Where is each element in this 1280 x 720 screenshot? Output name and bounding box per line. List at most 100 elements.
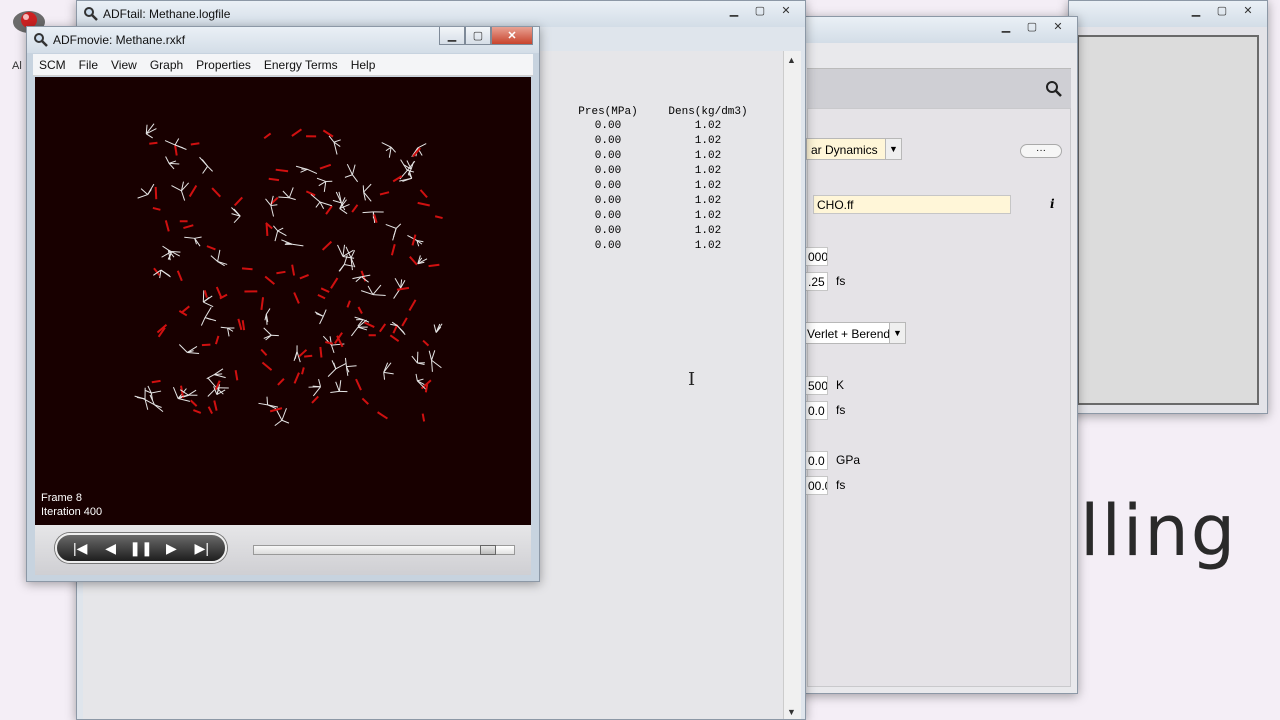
molecule — [399, 159, 416, 180]
pressure-field[interactable]: 0.0 — [804, 451, 828, 470]
pressure-damping-unit: fs — [836, 478, 846, 492]
menu-properties[interactable]: Properties — [196, 58, 251, 72]
task-dropdown[interactable]: ar Dynamics ▼ — [806, 138, 902, 160]
molecule — [361, 397, 369, 405]
molecule — [409, 256, 418, 266]
title-bar[interactable]: ADFtail: Methane.logfile ▁ ▢ ✕ — [77, 1, 805, 27]
molecule — [319, 163, 332, 170]
menu-help[interactable]: Help — [351, 58, 376, 72]
scroll-down-icon[interactable]: ▼ — [787, 707, 796, 717]
close-button[interactable]: ✕ — [773, 1, 799, 19]
chevron-down-icon: ▼ — [889, 323, 905, 343]
molecule — [269, 407, 283, 413]
pressure-damping-field[interactable]: 00.0 — [804, 476, 828, 495]
vertical-scrollbar[interactable]: ▲ ▼ — [783, 51, 801, 719]
title-bar[interactable]: ▁ ▢ ✕ — [1069, 1, 1267, 27]
close-button[interactable]: ✕ — [1235, 1, 1261, 19]
maximize-button[interactable]: ▢ — [747, 1, 773, 19]
molecule — [293, 372, 300, 384]
menu-scm[interactable]: SCM — [39, 58, 66, 72]
molecule — [330, 277, 339, 289]
adfmovie-window[interactable]: ADFmovie: Methane.rxkf ▁ ▢ ✕ SCM File Vi… — [26, 26, 540, 582]
iterations-field[interactable]: 000 — [804, 247, 828, 266]
minimize-button[interactable]: ▁ — [993, 17, 1019, 35]
molecule — [188, 184, 198, 198]
molecule — [190, 142, 200, 146]
molecule-viewport[interactable]: Frame 8 Iteration 400 — [35, 77, 531, 525]
molecule — [145, 123, 157, 139]
pressure-value: 0.00 — [594, 210, 622, 222]
step-back-icon[interactable]: ◀ — [99, 540, 123, 557]
search-icon[interactable] — [1045, 80, 1063, 98]
molecule — [291, 128, 303, 137]
thermostat-value: Verlet + Berend — [807, 327, 891, 341]
molecule — [317, 294, 326, 300]
density-value: 1.02 — [694, 120, 722, 132]
magnifier-icon — [84, 7, 98, 21]
thermostat-dropdown[interactable]: Verlet + Berend ▼ — [802, 322, 906, 344]
background-window[interactable]: ▁ ▢ ✕ — [1068, 0, 1268, 414]
molecule — [277, 378, 285, 386]
skip-to-start-icon[interactable]: |◀ — [68, 540, 92, 557]
close-button[interactable]: ✕ — [1045, 17, 1071, 35]
maximize-button[interactable]: ▢ — [1019, 17, 1045, 35]
play-icon[interactable]: ▶ — [159, 540, 183, 557]
skip-to-end-icon[interactable]: ▶| — [190, 540, 214, 557]
molecule — [328, 135, 341, 155]
title-bar[interactable]: ADFmovie: Methane.rxkf ▁ ▢ ✕ — [27, 27, 539, 53]
damping-field[interactable]: 0.0 — [804, 401, 828, 420]
frame-slider[interactable] — [253, 545, 515, 555]
minimize-button[interactable]: ▁ — [721, 1, 747, 19]
molecule — [322, 129, 334, 138]
scroll-up-icon[interactable]: ▲ — [787, 55, 796, 65]
more-options-button[interactable]: ··· — [1020, 144, 1062, 158]
molecule — [401, 317, 408, 327]
log-row: 0.00 1.02 — [563, 165, 763, 178]
molecule — [422, 339, 430, 347]
molecule — [203, 290, 208, 298]
molecule — [145, 385, 162, 401]
desktop-icon-label: Al — [12, 60, 22, 72]
molecule — [276, 270, 286, 275]
molecule — [268, 177, 280, 182]
menu-graph[interactable]: Graph — [150, 58, 183, 72]
frame-slider-knob[interactable] — [479, 545, 496, 555]
molecule — [154, 186, 158, 200]
temperature-field[interactable]: 500 — [804, 376, 828, 395]
maximize-button[interactable]: ▢ — [465, 27, 491, 45]
maximize-button[interactable]: ▢ — [1209, 1, 1235, 19]
pressure-value: 0.00 — [594, 150, 622, 162]
molecule — [319, 346, 323, 358]
input-panel-window[interactable]: ▁ ▢ ✕ ar Dynamics ▼ ··· CHO.ff i 000 .25… — [800, 16, 1078, 694]
molecule — [320, 287, 330, 293]
molecule — [390, 243, 396, 256]
molecule — [379, 191, 390, 196]
minimize-button[interactable]: ▁ — [439, 27, 465, 45]
info-icon[interactable]: i — [1050, 197, 1055, 211]
molecule — [178, 344, 200, 355]
transport-bar: |◀ ◀ ❚❚ ▶ ▶| — [55, 533, 227, 563]
pause-icon[interactable]: ❚❚ — [129, 540, 153, 557]
menu-energy-terms[interactable]: Energy Terms — [264, 58, 338, 72]
molecule — [354, 316, 370, 327]
molecule — [234, 369, 239, 381]
menu-file[interactable]: File — [79, 58, 98, 72]
settings-panel: ar Dynamics ▼ ··· CHO.ff i 000 .25 fs Ve… — [802, 108, 1071, 687]
molecule — [261, 361, 273, 371]
molecule — [161, 250, 181, 260]
close-button[interactable]: ✕ — [491, 27, 533, 45]
timestep-field[interactable]: .25 — [804, 272, 828, 291]
molecule — [360, 284, 386, 296]
molecule — [417, 201, 430, 207]
forcefield-field[interactable]: CHO.ff — [813, 195, 1011, 214]
menu-view[interactable]: View — [111, 58, 137, 72]
molecule — [355, 378, 362, 391]
molecule — [264, 308, 271, 325]
molecule — [357, 306, 363, 314]
pressure-value: 0.00 — [594, 165, 622, 177]
title-bar[interactable]: ▁ ▢ ✕ — [801, 17, 1077, 43]
molecule — [184, 236, 202, 247]
density-value: 1.02 — [694, 165, 722, 177]
density-value: 1.02 — [694, 225, 722, 237]
minimize-button[interactable]: ▁ — [1183, 1, 1209, 19]
